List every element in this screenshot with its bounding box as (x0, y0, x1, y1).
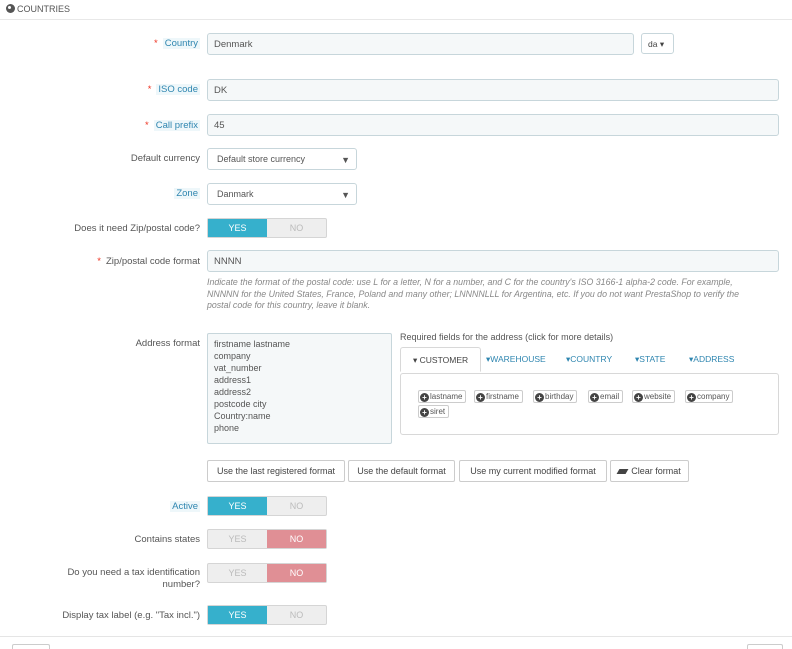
active-label: Active (170, 501, 200, 512)
switch-yes[interactable]: YES (208, 606, 267, 624)
plus-circle-icon: + (590, 393, 599, 402)
caret-down-icon: ▼ (341, 155, 350, 165)
caret-down-icon: ▼ (341, 190, 350, 200)
plus-circle-icon: + (535, 393, 544, 402)
tax-id-switch[interactable]: YES NO (207, 563, 327, 583)
tab-warehouse[interactable]: ▾WAREHOUSE (486, 347, 546, 372)
tab-country[interactable]: ▾COUNTRY (566, 347, 612, 372)
contains-states-switch[interactable]: YES NO (207, 529, 327, 549)
switch-yes[interactable]: YES (208, 219, 267, 237)
language-dropdown[interactable]: da ▾ (641, 33, 674, 54)
switch-no[interactable]: NO (267, 497, 326, 515)
plus-circle-icon: + (420, 408, 429, 417)
zip-format-label: * Zip/postal code format (97, 256, 200, 267)
zip-format-input[interactable]: NNNN (207, 250, 779, 272)
zip-format-hint: Indicate the format of the postal code: … (207, 277, 739, 310)
field-website-button[interactable]: + website (632, 390, 676, 403)
switch-no[interactable]: NO (267, 530, 326, 548)
tax-id-label: Do you need a tax identification number? (67, 567, 200, 590)
iso-label: * ISO code (147, 84, 200, 95)
default-currency-select[interactable]: Default store currency ▼ (207, 148, 357, 170)
switch-no[interactable]: NO (267, 606, 326, 624)
display-tax-label-switch[interactable]: YES NO (207, 605, 327, 625)
switch-yes[interactable]: YES (208, 564, 267, 582)
switch-no[interactable]: NO (267, 219, 326, 237)
tab-address[interactable]: ▾ADDRESS (689, 347, 734, 372)
required-fields-title: Required fields for the address (click f… (400, 332, 614, 342)
active-switch[interactable]: YES NO (207, 496, 327, 516)
call-prefix-label: * Call prefix (145, 120, 200, 131)
globe-icon (6, 4, 15, 13)
use-current-modified-format-button[interactable]: Use my current modified format (459, 460, 607, 482)
caret-down-icon: ▾ (659, 39, 665, 49)
address-format-textarea[interactable]: firstname lastname company vat_number ad… (207, 333, 392, 444)
default-currency-label: Default currency (130, 153, 200, 164)
tab-state[interactable]: ▾STATE (635, 347, 665, 372)
footer-right-button[interactable] (747, 644, 783, 649)
use-last-registered-format-button[interactable]: Use the last registered format (207, 460, 345, 482)
plus-circle-icon: + (687, 393, 696, 402)
iso-code-input[interactable]: DK (207, 79, 779, 101)
required-fields-panel (400, 373, 779, 435)
switch-yes[interactable]: YES (208, 530, 267, 548)
field-lastname-button[interactable]: + lastname (418, 390, 467, 403)
clear-format-button[interactable]: Clear format (610, 460, 689, 482)
field-email-button[interactable]: + email (588, 390, 624, 403)
need-zip-label: Does it need Zip/postal code? (74, 223, 200, 234)
footer-left-button[interactable] (12, 644, 50, 649)
language-code: da (648, 39, 658, 49)
plus-circle-icon: + (420, 393, 429, 402)
field-firstname-button[interactable]: + firstname (474, 390, 523, 403)
use-default-format-button[interactable]: Use the default format (348, 460, 455, 482)
panel-footer-divider (0, 636, 792, 637)
switch-no[interactable]: NO (267, 564, 326, 582)
switch-yes[interactable]: YES (208, 497, 267, 515)
address-format-label: Address format (135, 338, 200, 349)
contains-states-label: Contains states (134, 534, 200, 545)
zone-label: Zone (174, 188, 200, 199)
panel-heading: COUNTRIES (0, 0, 792, 20)
country-label: * Country (154, 38, 200, 49)
required-fields-tabs: ▾ CUSTOMER ▾WAREHOUSE ▾COUNTRY ▾STATE ▾A… (400, 347, 779, 374)
need-zip-switch[interactable]: YES NO (207, 218, 327, 238)
panel-title: COUNTRIES (17, 4, 71, 14)
required-asterisk: * (154, 38, 158, 49)
eraser-icon (616, 469, 629, 474)
plus-circle-icon: + (476, 393, 485, 402)
field-birthday-button[interactable]: + birthday (533, 390, 578, 403)
country-input[interactable]: Denmark (207, 33, 634, 55)
field-company-button[interactable]: + company (685, 390, 734, 403)
tab-customer[interactable]: ▾ CUSTOMER (400, 347, 482, 372)
display-tax-label-label: Display tax label (e.g. "Tax incl.") (62, 610, 200, 621)
field-siret-button[interactable]: + siret (418, 405, 450, 418)
plus-circle-icon: + (634, 393, 643, 402)
call-prefix-input[interactable]: 45 (207, 114, 779, 136)
zone-select[interactable]: Danmark ▼ (207, 183, 357, 205)
